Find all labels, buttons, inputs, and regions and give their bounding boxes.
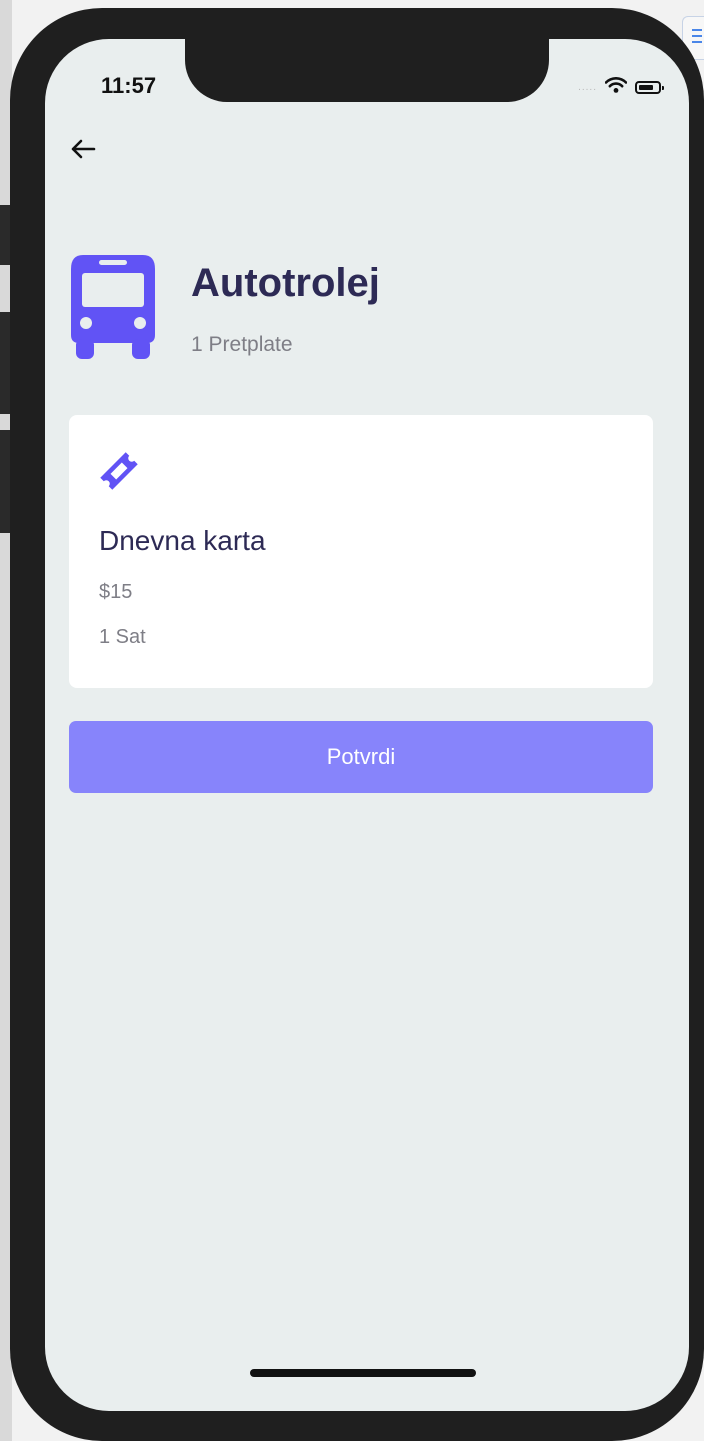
back-button[interactable] <box>63 131 103 171</box>
subscription-count: 1 Pretplate <box>191 333 293 356</box>
phone-frame: 11:57 ..... Autotrolej 1 Pretplate Dnevn… <box>10 8 704 1441</box>
notch <box>185 39 549 102</box>
ticket-duration: 1 Sat <box>99 626 146 648</box>
ticket-name: Dnevna karta <box>99 525 266 556</box>
ticket-icon <box>97 449 141 497</box>
bus-icon <box>69 251 157 365</box>
signal-icon: ..... <box>578 81 597 93</box>
home-indicator[interactable] <box>250 1369 476 1377</box>
battery-icon <box>635 80 664 94</box>
wifi-icon <box>604 77 628 97</box>
status-time: 11:57 <box>101 73 157 98</box>
app-screen: 11:57 ..... Autotrolej 1 Pretplate Dnevn… <box>45 39 689 1411</box>
arrow-left-icon <box>70 138 96 164</box>
ticket-price: $15 <box>99 581 133 603</box>
confirm-button[interactable]: Potvrdi <box>69 721 653 793</box>
status-indicators: ..... <box>578 77 664 97</box>
page-title: Autotrolej <box>191 261 380 305</box>
ticket-card[interactable]: Dnevna karta $15 1 Sat <box>69 415 653 688</box>
